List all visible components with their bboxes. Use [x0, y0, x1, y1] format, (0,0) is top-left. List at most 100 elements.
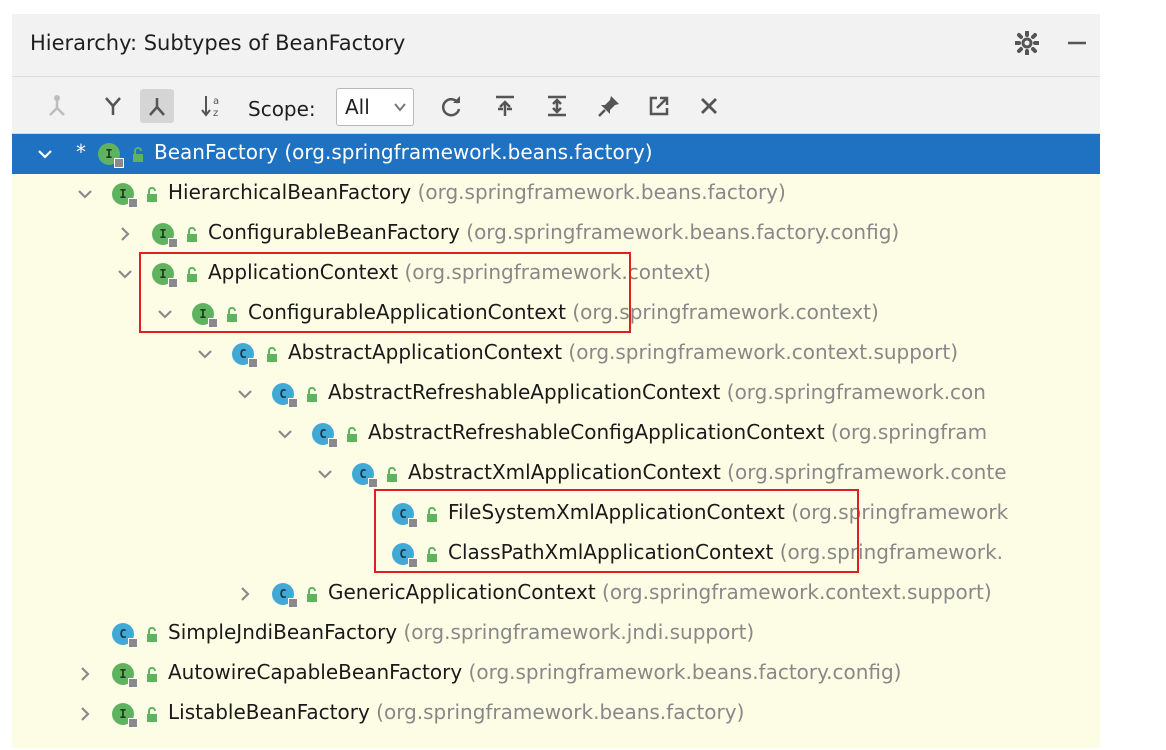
chevron-down-icon[interactable] — [234, 383, 256, 405]
public-visibility-icon — [424, 505, 440, 523]
refresh-icon[interactable] — [434, 89, 468, 123]
public-visibility-icon — [184, 265, 200, 283]
type-name-text: ListableBeanFactory — [168, 700, 370, 724]
type-name-text: SimpleJndiBeanFactory — [168, 620, 398, 644]
tree-row[interactable]: C AbstractApplicationContext (org.springf… — [12, 334, 1100, 374]
tree-row[interactable]: C FileSystemXmlApplicationContext (org.sp… — [12, 494, 1100, 534]
type-name: ApplicationContext (org.springframework.… — [208, 260, 711, 284]
tree-row[interactable]: C AbstractRefreshableConfigApplicationCon… — [12, 414, 1100, 454]
toolbar: az Scope: All — [12, 77, 1100, 134]
chevron-down-icon[interactable] — [114, 263, 136, 285]
type-name: GenericApplicationContext (org.springfra… — [328, 580, 992, 604]
class-icon: C — [232, 343, 258, 368]
class-icon: C — [112, 623, 138, 648]
tree-row[interactable]: C SimpleJndiBeanFactory (org.springframew… — [12, 614, 1100, 654]
type-name-text: AbstractRefreshableApplicationContext — [328, 380, 721, 404]
export-icon[interactable] — [642, 89, 676, 123]
tree-row[interactable]: * I BeanFactory (org.springframework.beans… — [12, 134, 1100, 174]
type-name: ClassPathXmlApplicationContext (org.spri… — [448, 540, 1003, 564]
subtypes-hierarchy-icon[interactable] — [96, 89, 130, 123]
public-visibility-icon — [304, 385, 320, 403]
chevron-down-icon[interactable] — [274, 423, 296, 445]
supertypes-hierarchy-icon[interactable] — [40, 89, 74, 123]
type-name: BeanFactory (org.springframework.beans.f… — [154, 140, 653, 164]
chevron-down-icon — [393, 99, 407, 118]
chevron-right-icon[interactable] — [74, 663, 96, 685]
chevron-right-icon[interactable] — [74, 703, 96, 725]
chevron-down-icon[interactable] — [154, 303, 176, 325]
expand-all-icon[interactable] — [540, 89, 574, 123]
tree-row[interactable]: C ClassPathXmlApplicationContext (org.spr… — [12, 534, 1100, 574]
public-visibility-icon — [224, 305, 240, 323]
tree-row[interactable]: I ApplicationContext (org.springframework… — [12, 254, 1100, 294]
scope-dropdown[interactable]: All — [336, 88, 414, 126]
class-hierarchy-icon[interactable] — [140, 89, 174, 123]
type-package: (org.springframework.context) — [398, 260, 711, 284]
type-package: (org.springframework.con — [720, 380, 986, 404]
type-name-text: ApplicationContext — [208, 260, 399, 284]
interface-icon: I — [192, 303, 218, 328]
class-icon: C — [392, 543, 418, 568]
class-icon: C — [392, 503, 418, 528]
pin-icon[interactable] — [592, 89, 626, 123]
chevron-right-icon[interactable] — [234, 583, 256, 605]
type-package: (org.springframework.context.support) — [595, 580, 992, 604]
class-icon: C — [312, 423, 338, 448]
type-name: AutowireCapableBeanFactory (org.springfr… — [168, 660, 901, 684]
sort-alphabetically-icon[interactable]: az — [196, 89, 230, 123]
tree-row[interactable]: I ConfigurableBeanFactory (org.springfram… — [12, 214, 1100, 254]
tree-row[interactable]: I AutowireCapableBeanFactory (org.springf… — [12, 654, 1100, 694]
chevron-down-icon[interactable] — [34, 143, 56, 165]
type-package: (org.springframework. — [773, 540, 1004, 564]
type-package: (org.springframework.beans.factory) — [278, 140, 653, 164]
tree-row[interactable]: C GenericApplicationContext (org.springfr… — [12, 574, 1100, 614]
type-name-text: AbstractApplicationContext — [288, 340, 563, 364]
scope-value: All — [345, 95, 370, 119]
type-name-text: ConfigurableApplicationContext — [248, 300, 566, 324]
type-name-text: ClassPathXmlApplicationContext — [448, 540, 774, 564]
base-type-marker: * — [76, 140, 86, 164]
public-visibility-icon — [344, 425, 360, 443]
type-name: AbstractApplicationContext (org.springfr… — [288, 340, 958, 364]
public-visibility-icon — [184, 225, 200, 243]
type-package: (org.springframework.context.support) — [562, 340, 959, 364]
hierarchy-tree: * I BeanFactory (org.springframework.beans… — [12, 134, 1100, 748]
tree-row[interactable]: C AbstractXmlApplicationContext (org.spri… — [12, 454, 1100, 494]
chevron-right-icon[interactable] — [114, 223, 136, 245]
interface-icon: I — [98, 143, 124, 168]
type-name: HierarchicalBeanFactory (org.springframe… — [168, 180, 786, 204]
type-package: (org.springframework — [784, 500, 1009, 524]
autoscroll-to-source-icon[interactable] — [488, 89, 522, 123]
svg-text:a: a — [213, 96, 219, 107]
type-package: (org.springframework.beans.factory.confi… — [462, 660, 902, 684]
interface-icon: I — [112, 183, 138, 208]
interface-icon: I — [152, 263, 178, 288]
title-bar: Hierarchy: Subtypes of BeanFactory — [12, 14, 1100, 77]
type-name-text: AbstractXmlApplicationContext — [408, 460, 721, 484]
chevron-down-icon[interactable] — [194, 343, 216, 365]
tree-row[interactable]: I ListableBeanFactory (org.springframewor… — [12, 694, 1100, 734]
gear-icon[interactable] — [1012, 28, 1042, 58]
type-name-text: HierarchicalBeanFactory — [168, 180, 412, 204]
tree-row[interactable]: I HierarchicalBeanFactory (org.springfram… — [12, 174, 1100, 214]
type-name: AbstractRefreshableApplicationContext (o… — [328, 380, 986, 404]
public-visibility-icon — [424, 545, 440, 563]
class-icon: C — [272, 383, 298, 408]
close-icon[interactable] — [692, 89, 726, 123]
type-name-text: FileSystemXmlApplicationContext — [448, 500, 785, 524]
type-name-text: BeanFactory — [154, 140, 279, 164]
class-icon: C — [272, 583, 298, 608]
public-visibility-icon — [304, 585, 320, 603]
tree-row[interactable]: I ConfigurableApplicationContext (org.spr… — [12, 294, 1100, 334]
type-name: ConfigurableApplicationContext (org.spri… — [248, 300, 879, 324]
minimize-icon[interactable] — [1062, 28, 1092, 58]
public-visibility-icon — [130, 145, 146, 163]
type-name: ConfigurableBeanFactory (org.springframe… — [208, 220, 899, 244]
interface-icon: I — [112, 663, 138, 688]
tree-row[interactable]: C AbstractRefreshableApplicationContext (… — [12, 374, 1100, 414]
type-package: (org.springframework.beans.factory) — [411, 180, 786, 204]
hierarchy-panel: Hierarchy: Subtypes of BeanFactory az Sc… — [12, 14, 1100, 748]
chevron-down-icon[interactable] — [314, 463, 336, 485]
chevron-down-icon[interactable] — [74, 183, 96, 205]
type-package: (org.springframework.beans.factory.confi… — [459, 220, 900, 244]
